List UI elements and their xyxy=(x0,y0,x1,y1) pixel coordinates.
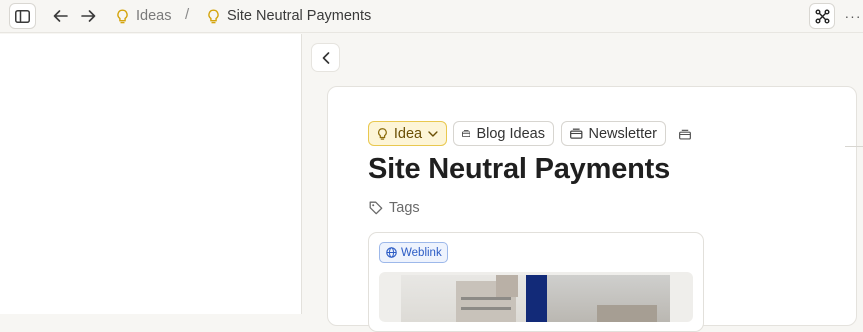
breadcrumb-item-ideas[interactable]: Ideas xyxy=(116,6,171,26)
type-chip-label: Idea xyxy=(393,125,423,142)
add-collection-button[interactable] xyxy=(677,126,693,142)
globe-icon xyxy=(386,247,397,258)
lightbulb-icon xyxy=(208,8,219,23)
breadcrumb-label: Site Neutral Payments xyxy=(227,8,372,24)
breadcrumb-label: Ideas xyxy=(136,8,172,24)
sidebar-icon xyxy=(15,9,30,23)
graph-view-button[interactable] xyxy=(809,3,835,29)
tag-icon xyxy=(369,201,383,215)
type-chip-idea[interactable]: Idea xyxy=(368,121,447,146)
more-options-button[interactable]: ··· xyxy=(843,6,863,26)
top-toolbar: Ideas / Site Neutral Payments ··· xyxy=(0,0,863,33)
breadcrumb-separator: / xyxy=(185,6,190,23)
tags-label: Tags xyxy=(389,200,420,216)
chevron-down-icon xyxy=(428,130,438,137)
forward-button[interactable] xyxy=(78,6,98,26)
chevron-left-icon xyxy=(322,51,329,64)
collection-icon xyxy=(679,129,691,140)
collapse-panel-button[interactable] xyxy=(311,43,340,72)
arrow-right-icon xyxy=(80,10,95,22)
arrow-left-icon xyxy=(53,10,68,22)
sidebar-toggle-button[interactable] xyxy=(9,3,36,29)
weblink-label: Weblink xyxy=(401,246,442,259)
lightbulb-icon xyxy=(117,8,128,23)
collection-chip-blog-ideas[interactable]: Blog Ideas xyxy=(453,121,554,146)
breadcrumb-item-current[interactable]: Site Neutral Payments xyxy=(207,6,371,26)
lightbulb-icon xyxy=(378,127,387,140)
collection-icon xyxy=(462,130,471,138)
collection-icon xyxy=(570,128,583,139)
left-panel xyxy=(0,34,302,314)
page-title[interactable]: Site Neutral Payments xyxy=(368,153,670,186)
collection-chip-label: Blog Ideas xyxy=(476,125,545,142)
weblink-preview[interactable] xyxy=(379,272,693,322)
back-button[interactable] xyxy=(50,6,70,26)
weblink-badge: Weblink xyxy=(379,242,448,263)
divider xyxy=(845,146,863,147)
graph-icon xyxy=(815,9,829,23)
tags-field[interactable]: Tags xyxy=(369,198,420,218)
collection-chip-label: Newsletter xyxy=(588,125,658,142)
preview-image xyxy=(401,275,670,322)
collection-chip-newsletter[interactable]: Newsletter xyxy=(561,121,666,146)
